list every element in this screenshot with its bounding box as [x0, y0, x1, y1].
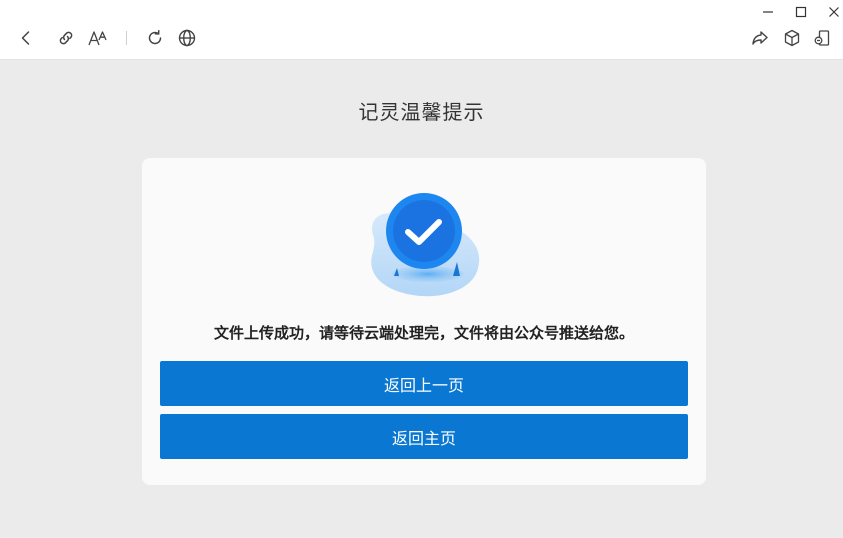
browser-window: 记灵温馨提示 文件上传成功，请等待云端处理完，文件将由公众号推送给您。 返回上一… [0, 0, 843, 538]
link-icon[interactable] [54, 26, 78, 50]
back-icon[interactable] [14, 26, 38, 50]
globe-icon[interactable] [175, 26, 199, 50]
success-check-icon [366, 188, 482, 300]
page-title: 记灵温馨提示 [358, 100, 485, 124]
back-button[interactable]: 返回上一页 [160, 361, 688, 406]
cube-icon[interactable] [780, 26, 804, 50]
home-button[interactable]: 返回主页 [160, 414, 688, 459]
maximize-icon[interactable] [793, 4, 809, 20]
refresh-icon[interactable] [143, 26, 167, 50]
share-icon[interactable] [748, 26, 772, 50]
close-icon[interactable] [826, 4, 842, 20]
mini-program-icon[interactable] [810, 26, 834, 50]
success-card: 文件上传成功，请等待云端处理完，文件将由公众号推送给您。 返回上一页 返回主页 [142, 158, 706, 485]
font-size-icon[interactable] [86, 26, 110, 50]
success-message: 文件上传成功，请等待云端处理完，文件将由公众号推送给您。 [213, 324, 634, 342]
title-bar [0, 0, 843, 60]
toolbar-separator [126, 31, 127, 45]
minimize-icon[interactable] [760, 4, 776, 20]
